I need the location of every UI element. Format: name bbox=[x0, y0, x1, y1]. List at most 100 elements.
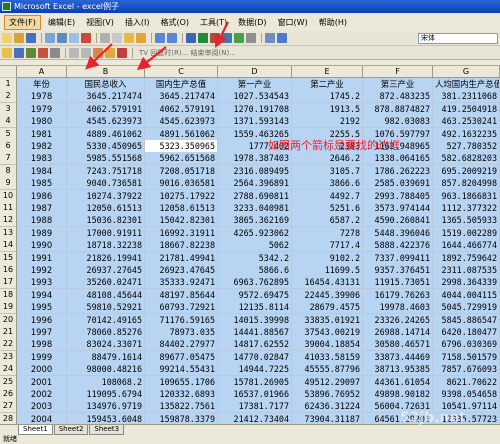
table-cell[interactable]: 10274.37922 bbox=[67, 189, 145, 203]
table-cell[interactable]: 5888.422376 bbox=[363, 239, 433, 253]
row-number[interactable]: 6 bbox=[0, 140, 17, 153]
open-folder-icon[interactable] bbox=[2, 47, 12, 58]
table-cell[interactable]: 12135.8114 bbox=[218, 301, 292, 315]
sort-descending-icon[interactable] bbox=[222, 33, 232, 43]
table-cell[interactable]: 5062 bbox=[218, 239, 292, 253]
table-cell[interactable]: 18667.82238 bbox=[145, 239, 218, 253]
table-cell[interactable]: 78060.85276 bbox=[67, 326, 145, 339]
column-header[interactable]: E bbox=[292, 66, 363, 78]
table-cell[interactable]: 1978 bbox=[17, 90, 67, 104]
menu-item[interactable]: 格式(O) bbox=[156, 16, 193, 29]
table-cell[interactable]: 26923.47645 bbox=[145, 264, 218, 277]
table-cell[interactable]: 5985.551568 bbox=[67, 152, 145, 166]
table-cell[interactable]: 419.2504918 bbox=[433, 102, 500, 116]
table-cell[interactable]: 1981 bbox=[17, 127, 67, 141]
open-folder-icon[interactable] bbox=[14, 33, 24, 43]
table-cell[interactable]: 134976.9719 bbox=[67, 400, 145, 414]
table-cell[interactable]: 582.6828203 bbox=[433, 152, 500, 166]
table-cell[interactable]: 1997 bbox=[17, 326, 67, 339]
table-cell[interactable]: 135822.7561 bbox=[145, 400, 218, 414]
table-cell[interactable]: 12050.61513 bbox=[67, 202, 145, 215]
table-cell[interactable]: 1992 bbox=[17, 264, 67, 277]
table-cell[interactable]: 527.780352 bbox=[433, 140, 500, 153]
table-cell[interactable]: 492.1632235 bbox=[433, 127, 500, 141]
table-cell[interactable]: 22445.39906 bbox=[292, 288, 363, 302]
table-cell[interactable]: 10275.17922 bbox=[145, 189, 218, 203]
table-cell[interactable]: 1983 bbox=[17, 152, 67, 166]
row-number[interactable]: 21 bbox=[0, 326, 17, 339]
table-cell[interactable]: 15042.82301 bbox=[145, 214, 218, 228]
header-cell[interactable]: 第一产业 bbox=[218, 78, 292, 91]
table-cell[interactable]: 14944.7225 bbox=[218, 363, 292, 377]
table-cell[interactable]: 4492.7 bbox=[292, 189, 363, 203]
email-icon[interactable] bbox=[45, 33, 55, 43]
table-cell[interactable]: 7337.099411 bbox=[363, 251, 433, 265]
table-cell[interactable]: 14441.88567 bbox=[218, 326, 292, 339]
table-cell[interactable]: 1270.191708 bbox=[218, 102, 292, 116]
table-cell[interactable]: 37543.00219 bbox=[292, 326, 363, 339]
table-cell[interactable]: 53896.76952 bbox=[292, 388, 363, 401]
row-number[interactable]: 16 bbox=[0, 264, 17, 277]
table-cell[interactable]: 2788.690811 bbox=[218, 189, 292, 203]
table-cell[interactable]: 2998.364339 bbox=[433, 276, 500, 290]
table-cell[interactable]: 3105.7 bbox=[292, 164, 363, 178]
table-cell[interactable]: 2000 bbox=[17, 363, 67, 377]
row-number[interactable]: 18 bbox=[0, 288, 17, 302]
table-cell[interactable]: 1786.262223 bbox=[363, 164, 433, 178]
paste-icon[interactable] bbox=[124, 33, 134, 43]
table-cell[interactable]: 1998 bbox=[17, 338, 67, 352]
show-comment-icon[interactable] bbox=[50, 47, 60, 58]
zoom-icon[interactable] bbox=[265, 33, 275, 43]
table-cell[interactable]: 1519.002289 bbox=[433, 226, 500, 240]
table-cell[interactable]: 35333.92471 bbox=[145, 276, 218, 290]
header-cell[interactable]: 人均国内生产总值 bbox=[433, 78, 500, 91]
menu-item[interactable]: 视图(V) bbox=[82, 16, 118, 29]
table-cell[interactable]: 6420.180477 bbox=[433, 326, 500, 339]
table-cell[interactable]: 1371.593143 bbox=[218, 115, 292, 129]
table-cell[interactable]: 872.483235 bbox=[363, 90, 433, 104]
table-cell[interactable]: 14817.62552 bbox=[218, 338, 292, 352]
table-cell[interactable]: 17381.7177 bbox=[218, 400, 292, 414]
sheet-tab[interactable]: Sheet2 bbox=[53, 425, 89, 435]
table-cell[interactable]: 21781.49941 bbox=[145, 251, 218, 265]
table-cell[interactable]: 9040.736581 bbox=[67, 177, 145, 191]
table-cell[interactable]: 71176.59165 bbox=[145, 313, 218, 327]
table-cell[interactable]: 49898.90182 bbox=[363, 388, 433, 401]
table-cell[interactable]: 1986 bbox=[17, 189, 67, 203]
table-cell[interactable]: 3573.974144 bbox=[363, 202, 433, 215]
table-cell[interactable]: 1993 bbox=[17, 276, 67, 290]
table-cell[interactable]: 1913.5 bbox=[292, 102, 363, 116]
table-cell[interactable]: 5962.651568 bbox=[145, 152, 218, 166]
table-cell[interactable]: 4265.923062 bbox=[218, 226, 292, 240]
table-cell[interactable]: 1982 bbox=[17, 140, 67, 153]
row-number[interactable]: 24 bbox=[0, 363, 17, 377]
table-cell[interactable]: 48197.85644 bbox=[145, 288, 218, 302]
table-cell[interactable]: 39004.18854 bbox=[292, 338, 363, 352]
row-number[interactable]: 25 bbox=[0, 375, 17, 389]
table-cell[interactable]: 48108.45644 bbox=[67, 288, 145, 302]
table-cell[interactable]: 1987 bbox=[17, 202, 67, 215]
table-cell[interactable]: 381.2311068 bbox=[433, 90, 500, 104]
drawing-icon[interactable] bbox=[246, 33, 256, 43]
table-cell[interactable]: 4044.004115 bbox=[433, 288, 500, 302]
new-file-icon[interactable] bbox=[2, 33, 12, 43]
row-number[interactable]: 14 bbox=[0, 239, 17, 253]
table-cell[interactable]: 1027.534543 bbox=[218, 90, 292, 104]
table-cell[interactable]: 28679.4575 bbox=[292, 301, 363, 315]
table-cell[interactable]: 8621.70622 bbox=[433, 375, 500, 389]
table-cell[interactable]: 1990 bbox=[17, 239, 67, 253]
table-cell[interactable]: 1980 bbox=[17, 115, 67, 129]
comment-icon[interactable] bbox=[26, 47, 36, 58]
table-cell[interactable]: 9357.376451 bbox=[363, 264, 433, 277]
row-number[interactable]: 15 bbox=[0, 251, 17, 265]
table-cell[interactable]: 4889.461062 bbox=[67, 127, 145, 141]
table-cell[interactable]: 17000.91911 bbox=[67, 226, 145, 240]
table-cell[interactable]: 9016.036581 bbox=[145, 177, 218, 191]
header-cell[interactable]: 年份 bbox=[17, 78, 67, 91]
table-cell[interactable]: 1745.2 bbox=[292, 90, 363, 104]
menu-item[interactable]: 工具(T) bbox=[196, 16, 231, 29]
table-cell[interactable]: 878.8874827 bbox=[363, 102, 433, 116]
autosum-icon[interactable] bbox=[198, 33, 208, 43]
table-cell[interactable]: 14770.02847 bbox=[218, 350, 292, 364]
row-number[interactable]: 26 bbox=[0, 388, 17, 401]
